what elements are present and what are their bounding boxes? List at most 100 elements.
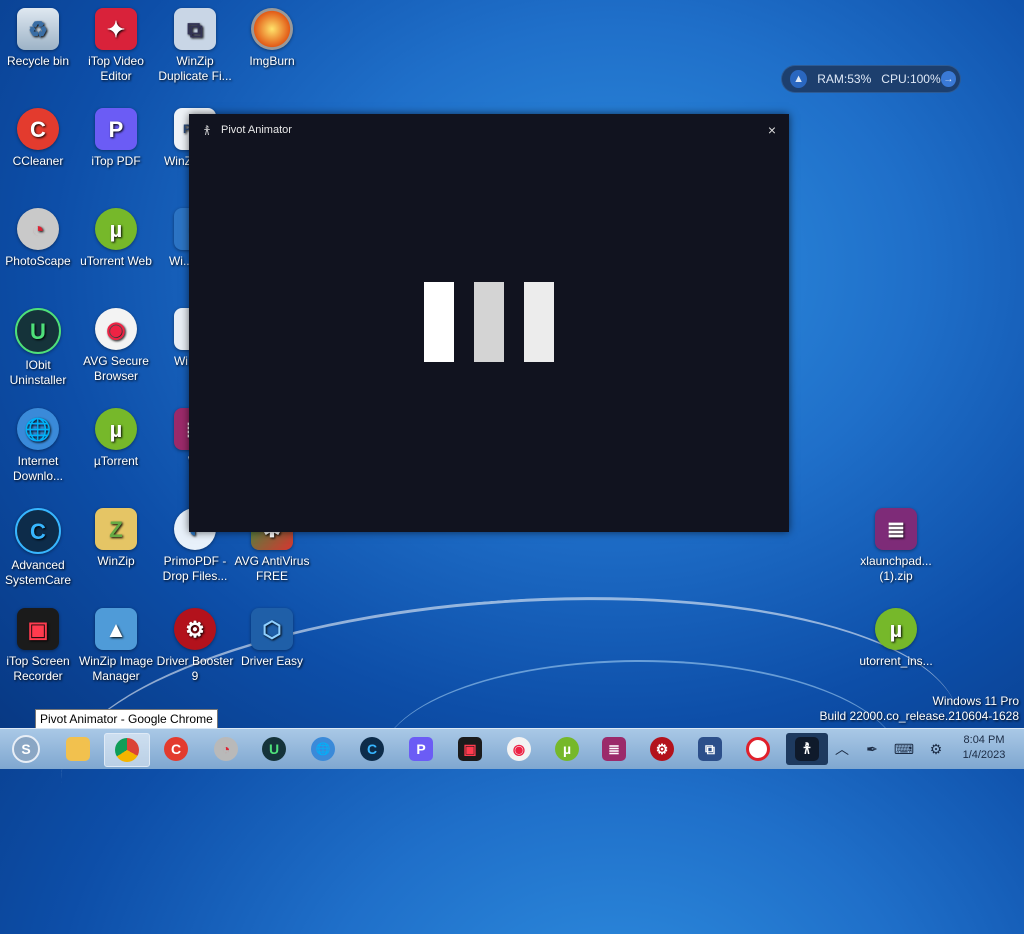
desktop-icon-itop-pdf[interactable]: P iTop PDF <box>76 108 156 169</box>
desktop-icon-ccleaner[interactable]: C CCleaner <box>0 108 78 169</box>
desktop-icon-advanced-systemcare[interactable]: C Advanced SystemCare <box>0 508 78 588</box>
globe-icon: 🌐 <box>17 408 59 450</box>
taskbar-opera[interactable] <box>742 733 774 765</box>
stickman-icon: 𐀪 <box>203 123 211 138</box>
desktop-icon-driver-easy[interactable]: ⬡ Driver Easy <box>232 608 312 669</box>
taskbar-iobit[interactable]: U <box>258 733 290 765</box>
desktop-icon-itop-video-editor[interactable]: ✦ iTop Video Editor <box>76 8 156 84</box>
icon-label: ImgBurn <box>249 54 295 68</box>
taskbar-idm[interactable]: 🌐 <box>307 733 339 765</box>
screen-recorder-icon: ▣ <box>458 737 482 761</box>
icon-label: iTop PDF <box>91 154 141 168</box>
icon-label: AVG Secure Browser <box>83 354 149 383</box>
driver-booster-icon: ⚙ <box>174 608 216 650</box>
window-titlebar[interactable]: 𐀪 Pivot Animator × <box>189 114 789 146</box>
icon-label: IObit Uninstaller <box>9 358 67 387</box>
desktop-icon-itop-screen-recorder[interactable]: ▣ iTop Screen Recorder <box>0 608 78 684</box>
globe-icon: 🌐 <box>311 737 335 761</box>
taskbar-pivot-animator[interactable]: 𐀪 <box>786 733 828 765</box>
icon-label: iTop Video Editor <box>88 54 144 83</box>
desktop-icon-recycle-bin[interactable]: ♻ Recycle bin <box>0 8 78 69</box>
taskbar-ccleaner[interactable]: C <box>160 733 192 765</box>
pen-menu-button[interactable]: ✒ <box>860 729 884 769</box>
keyboard-icon: ⌨ <box>893 740 915 757</box>
desktop-icon-driver-booster[interactable]: ⚙ Driver Booster 9 <box>155 608 235 684</box>
utorrent-icon: µ <box>95 408 137 450</box>
desktop-icon-utorrent[interactable]: µ µTorrent <box>76 408 156 469</box>
systemcare-icon: C <box>360 737 384 761</box>
winrar-icon: ≣ <box>602 737 626 761</box>
taskbar-avg-browser[interactable]: ◉ <box>503 733 535 765</box>
desktop-icon-utorrent-web[interactable]: µ uTorrent Web <box>76 208 156 269</box>
ram-usage: RAM:53% <box>817 72 872 86</box>
duplicate-finder-icon: ⧉ <box>174 8 216 50</box>
taskbar-winrar[interactable]: ≣ <box>598 733 630 765</box>
desktop-icon-photoscape[interactable]: ◔ PhotoScape <box>0 208 78 269</box>
icon-label: Driver Easy <box>240 654 303 668</box>
desktop-icon-imgburn[interactable]: ImgBurn <box>232 8 312 69</box>
taskbar-winzip-exp[interactable]: ⧉ <box>694 733 726 765</box>
icon-label: uTorrent Web <box>80 254 152 268</box>
taskbar-utorrent[interactable]: µ <box>551 733 583 765</box>
show-hidden-icons-button[interactable]: ︿ <box>832 729 852 769</box>
desktop-icon-winzip-image-manager[interactable]: ▲ WinZip Image Manager <box>76 608 156 684</box>
icon-label: WinZip Image Manager <box>78 654 154 683</box>
desktop-icon-winzip[interactable]: Z WinZip <box>76 508 156 569</box>
loading-bar <box>474 282 504 362</box>
loading-bar <box>524 282 554 362</box>
icon-label: WinZip <box>97 554 135 568</box>
chrome-icon <box>115 738 139 762</box>
taskbar-driver-booster[interactable]: ⚙ <box>646 733 678 765</box>
gear-icon: ⚙ <box>929 740 943 757</box>
loading-bar <box>424 282 454 362</box>
arrow-right-icon[interactable]: → <box>940 71 956 87</box>
watermark-edition: Windows 11 Pro <box>932 694 1019 708</box>
disc-icon <box>251 8 293 50</box>
browser-icon: ◉ <box>507 737 531 761</box>
desktop-icon-iobit[interactable]: U IObit Uninstaller <box>0 308 78 388</box>
taskbar-file-explorer[interactable] <box>62 733 94 765</box>
chevron-up-icon: ︿ <box>835 741 849 757</box>
driver-booster-icon: ⚙ <box>650 737 674 761</box>
taskbar-itop-screen-recorder[interactable]: ▣ <box>454 733 486 765</box>
icon-label: xlaunchpad... (1).zip <box>860 554 932 583</box>
taskbar: S C ◔ U 🌐 C P ▣ ◉ µ ≣ ⚙ ⧉ 𐀪 ︿ ✒ ⌨ ⚙ 8:04… <box>0 728 1024 769</box>
desktop-icon-avg-secure-browser[interactable]: ◉ AVG Secure Browser <box>76 308 156 384</box>
clock-date: 1/4/2023 <box>962 749 1006 761</box>
pdf-icon: P <box>95 108 137 150</box>
close-button[interactable]: × <box>755 114 789 146</box>
icon-label: PhotoScape <box>5 254 71 268</box>
desktop-icon-utorrent-installer[interactable]: µ utorrent_ins... <box>856 608 936 669</box>
window-title: Pivot Animator <box>221 124 292 136</box>
icon-label: CCleaner <box>12 154 64 168</box>
touch-keyboard-button[interactable]: ⌨ <box>890 729 918 769</box>
icon-label: utorrent_ins... <box>859 654 933 668</box>
icon-label: iTop Screen Recorder <box>6 654 70 683</box>
systemcare-icon: C <box>15 508 61 554</box>
taskbar-advanced-systemcare[interactable]: C <box>356 733 388 765</box>
taskbar-photoscape[interactable]: ◔ <box>210 733 242 765</box>
icon-label: Advanced SystemCare <box>4 558 72 587</box>
start-orb-icon: S <box>12 735 40 763</box>
taskbar-chrome[interactable] <box>104 733 150 767</box>
settings-button[interactable]: ⚙ <box>924 729 948 769</box>
opera-icon <box>746 737 770 761</box>
clock-time: 8:04 PM <box>963 734 1005 746</box>
pen-icon: ✒ <box>866 740 878 757</box>
photoscape-icon: ◔ <box>17 208 59 250</box>
desktop-icon-winzip-duplicate[interactable]: ⧉ WinZip Duplicate Fi... <box>155 8 235 84</box>
winzip-icon: Z <box>95 508 137 550</box>
desktop-icon-xlaunchpad-zip[interactable]: ≣ xlaunchpad... (1).zip <box>856 508 936 584</box>
video-editor-icon: ✦ <box>95 8 137 50</box>
stickman-icon: 𐀪 <box>795 737 819 761</box>
taskbar-itop-pdf[interactable]: P <box>405 733 437 765</box>
pivot-animator-window[interactable]: 𐀪 Pivot Animator × <box>189 114 789 532</box>
start-button[interactable]: S <box>10 733 42 765</box>
cpu-usage: CPU:100% <box>881 72 941 86</box>
desktop-icon-idm[interactable]: 🌐 Internet Downlo... <box>0 408 78 484</box>
taskbar-clock[interactable]: 8:04 PM 1/4/2023 <box>948 733 1020 763</box>
resource-monitor-widget[interactable]: ▲ RAM:53% CPU:100% → <box>782 66 960 92</box>
folder-icon <box>66 737 90 761</box>
icon-label: Internet Downlo... <box>12 454 64 483</box>
rocket-icon[interactable]: ▲ <box>790 70 808 88</box>
